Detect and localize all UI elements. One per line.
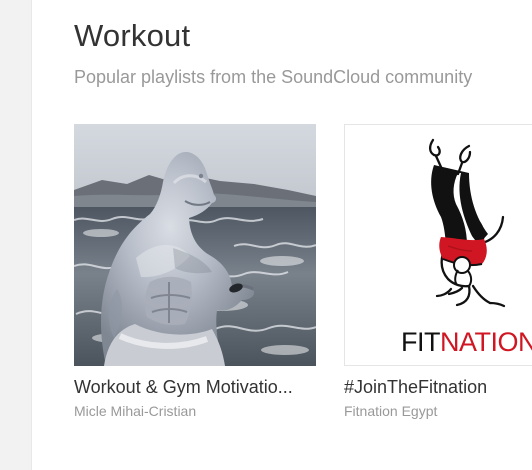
playlist-artwork[interactable]: FITNATION [344,124,532,366]
playlist-user-link[interactable]: Micle Mihai-Cristian [74,402,196,420]
left-gutter [0,0,31,470]
playlist-title-link[interactable]: Workout & Gym Motivatio... [74,375,316,399]
playlist-user-link[interactable]: Fitnation Egypt [344,402,437,420]
alien-figure-sea-artwork [74,124,316,366]
playlist-card-join-the-fitnation[interactable]: FITNATION #JoinTheFitnation Fitnation Eg… [344,124,532,419]
section-subtitle: Popular playlists from the SoundCloud co… [74,67,473,87]
section-title: Workout [74,18,191,53]
playlist-artwork[interactable] [74,124,316,366]
playlist-card-workout-gym-motivation[interactable]: Workout & Gym Motivatio... Micle Mihai-C… [74,124,316,419]
playlist-title-link[interactable]: #JoinTheFitnation [344,375,532,399]
main-content-panel: Workout Popular playlists from the Sound… [31,0,532,470]
fitnation-logo-text: FITNATION [401,327,532,357]
soundcloud-discovery-page: Workout Popular playlists from the Sound… [0,0,532,470]
